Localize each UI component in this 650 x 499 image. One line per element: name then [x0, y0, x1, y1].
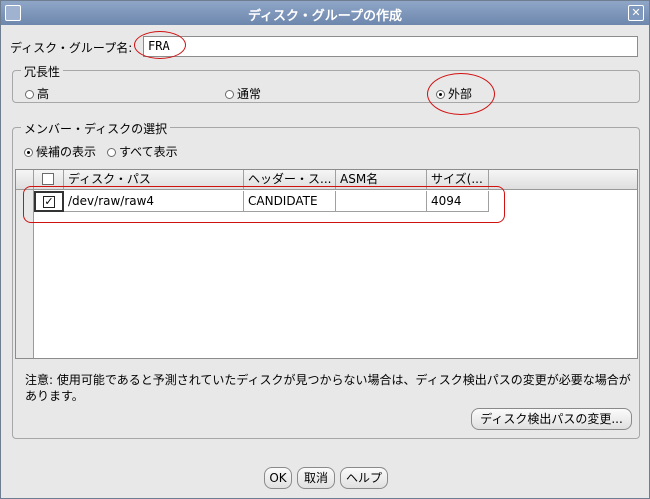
dialog-window: ディスク・グループの作成 ✕ ディスク・グループ名: FRA 冗長性 高 通常 … — [0, 0, 650, 499]
show-all-radio[interactable]: すべて表示 — [107, 143, 178, 160]
cell-header-status: CANDIDATE — [244, 191, 336, 212]
show-candidates-radio[interactable]: 候補の表示 — [24, 143, 96, 160]
radio-label: 通常 — [237, 87, 262, 101]
disk-table: ディスク・パス ヘッダー・ス... ASM名 サイズ(... ✓ /dev/ra… — [15, 169, 638, 359]
title-bar[interactable]: ディスク・グループの作成 ✕ — [1, 1, 649, 25]
help-button[interactable]: ヘルプ — [340, 467, 388, 489]
cancel-button[interactable]: 取消 — [297, 467, 335, 489]
redundancy-external-radio[interactable]: 外部 — [436, 85, 472, 102]
cell-disk-path: /dev/raw/raw4 — [64, 191, 244, 212]
column-header-header-status[interactable]: ヘッダー・ス... — [244, 170, 336, 189]
close-icon[interactable]: ✕ — [628, 5, 644, 21]
disk-group-name-label: ディスク・グループ名: — [10, 41, 133, 55]
radio-icon — [225, 90, 234, 99]
radio-selected-icon — [436, 90, 445, 99]
column-header-disk-path[interactable]: ディスク・パス — [64, 170, 244, 189]
select-all-checkbox[interactable] — [42, 173, 54, 185]
row-header-column — [16, 190, 34, 358]
header-corner — [16, 170, 34, 189]
table-header: ディスク・パス ヘッダー・ス... ASM名 サイズ(... — [16, 170, 637, 190]
radio-icon — [25, 90, 34, 99]
disk-group-name-input[interactable]: FRA — [143, 36, 638, 57]
redundancy-legend: 冗長性 — [21, 63, 64, 80]
ok-button[interactable]: OK — [264, 467, 292, 489]
cell-size: 4094 — [427, 191, 489, 212]
cell-asm-name — [336, 191, 427, 212]
column-header-asm-name[interactable]: ASM名 — [336, 170, 427, 189]
redundancy-group — [12, 70, 640, 103]
radio-label: すべて表示 — [119, 145, 178, 159]
header-select-all[interactable] — [34, 170, 64, 189]
redundancy-high-radio[interactable]: 高 — [25, 85, 49, 102]
checkmark-icon[interactable]: ✓ — [43, 196, 55, 208]
member-disks-legend: メンバー・ディスクの選択 — [21, 120, 171, 137]
radio-label: 高 — [37, 87, 50, 101]
window-title: ディスク・グループの作成 — [247, 9, 403, 24]
radio-icon — [107, 148, 116, 157]
change-discovery-path-button[interactable]: ディスク検出パスの変更... — [471, 408, 632, 430]
radio-label: 外部 — [448, 87, 473, 101]
column-header-size[interactable]: サイズ(... — [427, 170, 489, 189]
row-checkbox-cell[interactable]: ✓ — [34, 191, 64, 212]
radio-selected-icon — [24, 148, 33, 157]
radio-label: 候補の表示 — [36, 145, 97, 159]
redundancy-normal-radio[interactable]: 通常 — [225, 85, 261, 102]
note-text: 注意: 使用可能であると予測されていたディスクが見つからない場合は、ディスク検出… — [25, 373, 631, 403]
